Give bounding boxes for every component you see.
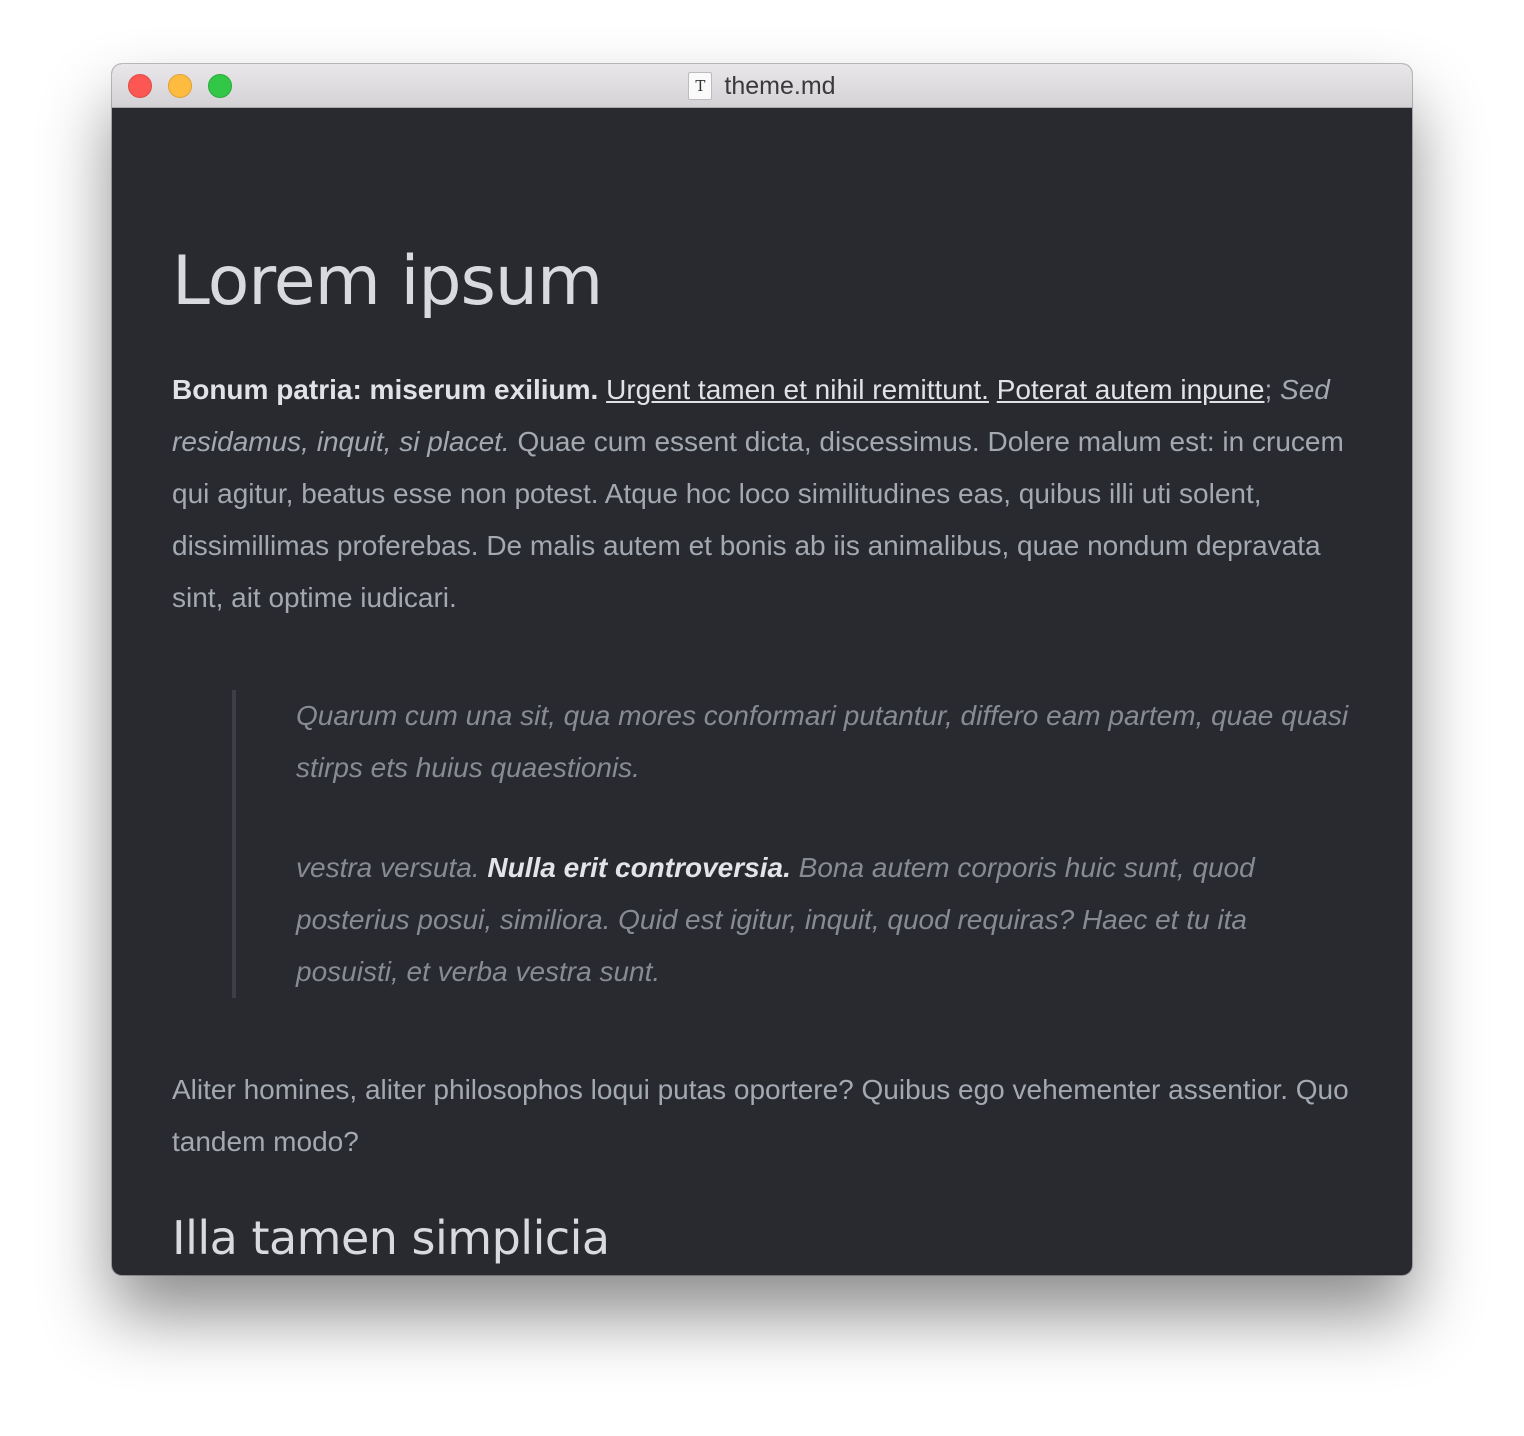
blockquote-paragraph-2: vestra versuta. Nulla erit controversia.… bbox=[296, 842, 1352, 998]
document-icon: T bbox=[688, 72, 713, 100]
editor-window: T theme.md Lorem ipsum Bonum patria: mis… bbox=[112, 64, 1412, 1275]
paragraph-aliter: Aliter homines, aliter philosophos loqui… bbox=[172, 1074, 1349, 1157]
blockquote-bold-text: Nulla erit controversia. bbox=[487, 852, 791, 883]
window-title-group: T theme.md bbox=[112, 64, 1412, 108]
window-title: theme.md bbox=[724, 71, 836, 100]
bold-text: Bonum patria: miserum exilium. bbox=[172, 374, 599, 405]
blockquote-text-start: vestra versuta. bbox=[296, 852, 480, 883]
link-urgent-tamen[interactable]: Urgent tamen et nihil remittunt. bbox=[606, 374, 989, 405]
link-poterat-autem[interactable]: Poterat autem inpune bbox=[997, 374, 1265, 405]
title-bar[interactable]: T theme.md bbox=[112, 64, 1412, 108]
paragraph-intro: Bonum patria: miserum exilium. Urgent ta… bbox=[172, 364, 1352, 624]
blockquote: Quarum cum una sit, qua mores conformari… bbox=[232, 690, 1352, 998]
heading-lorem-ipsum: Lorem ipsum bbox=[172, 242, 603, 321]
blockquote-paragraph-1: Quarum cum una sit, qua mores conformari… bbox=[296, 700, 1349, 783]
heading-illa-tamen: Illa tamen simplicia bbox=[172, 1211, 610, 1265]
punctuation: ; bbox=[1264, 374, 1273, 405]
